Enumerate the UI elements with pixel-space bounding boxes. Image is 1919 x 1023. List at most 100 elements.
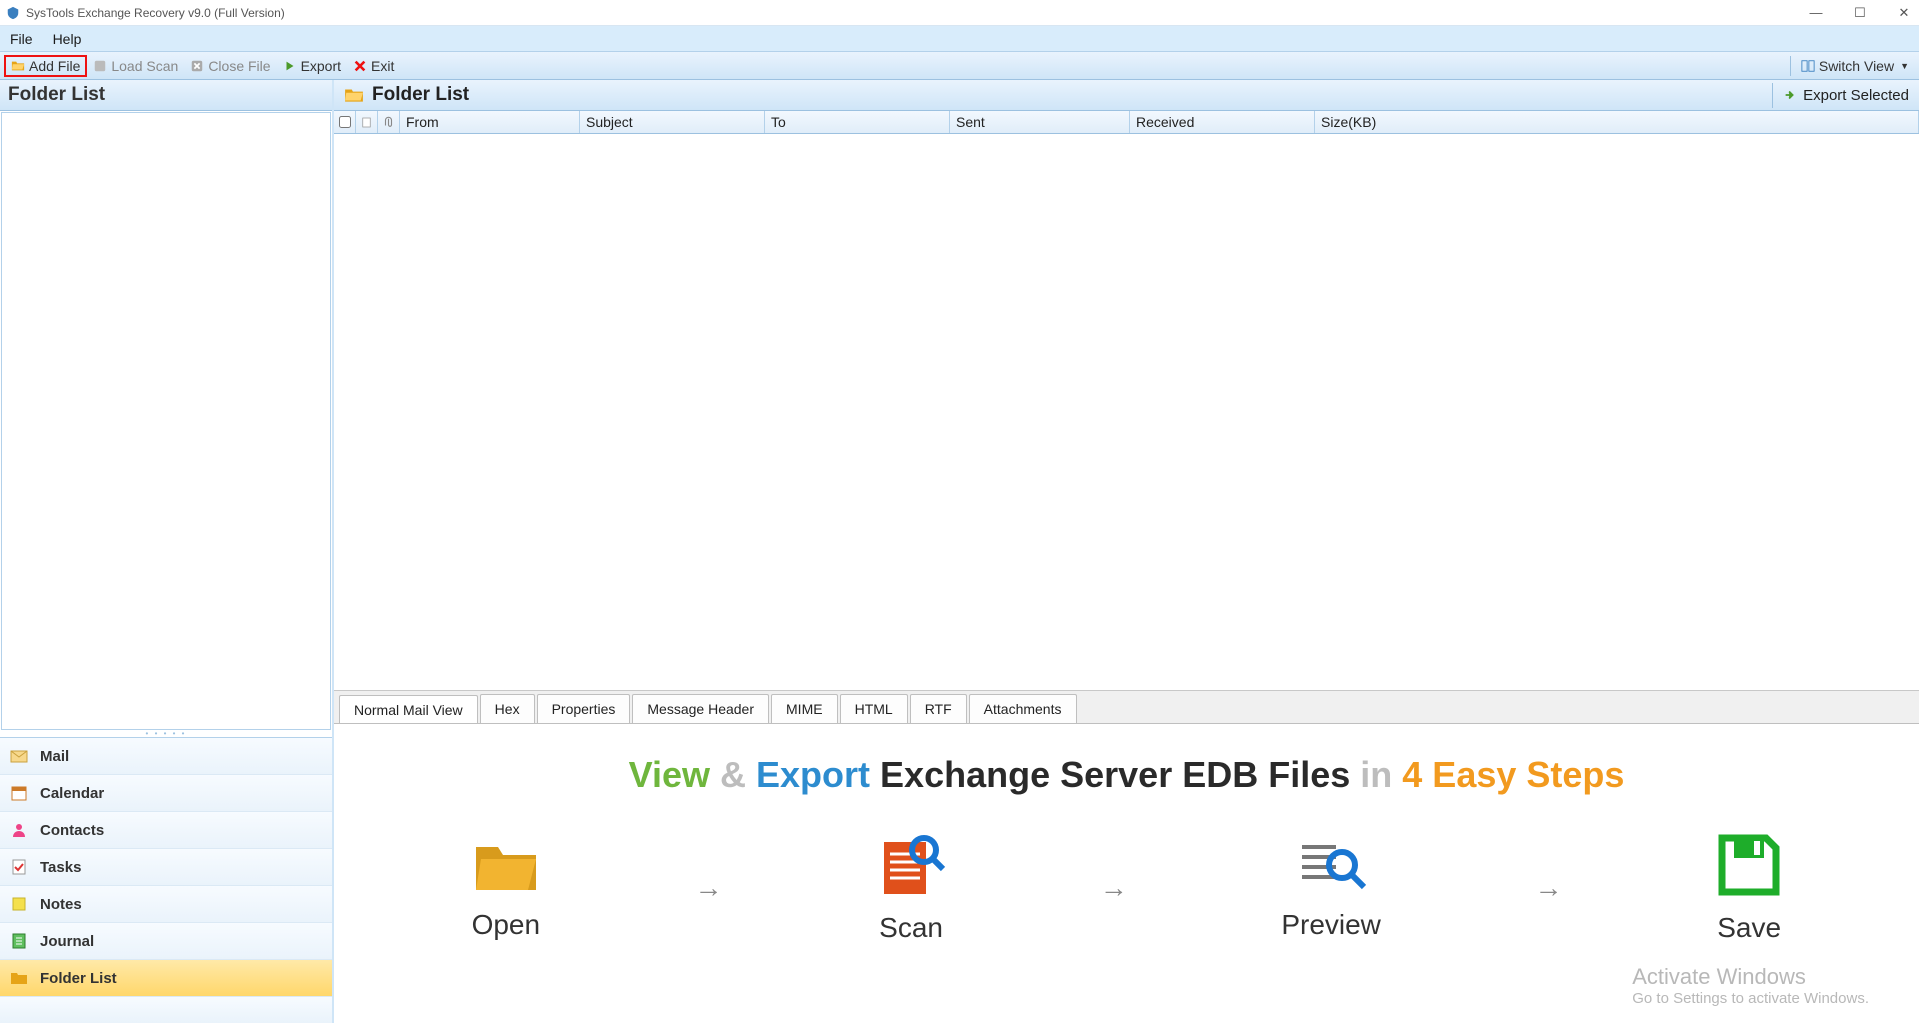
add-file-label: Add File [29,58,80,74]
folder-list-header: Folder List [0,80,332,111]
preview-icon [1296,835,1366,895]
menu-help[interactable]: Help [53,31,82,47]
preview-headline: View & Export Exchange Server EDB Files … [394,754,1859,796]
steps-row: Open → Scan → Preview → Save [394,832,1859,944]
export-icon [283,59,297,73]
select-all-checkbox[interactable] [339,116,351,128]
notes-icon [10,895,28,913]
step-save: Save [1716,832,1782,944]
tab-properties[interactable]: Properties [537,694,631,723]
nav-notes-label: Notes [40,896,82,913]
headline-export: Export [756,754,870,795]
nav-calendar[interactable]: Calendar [0,775,332,812]
col-size[interactable]: Size(KB) [1315,111,1919,133]
exit-icon [353,59,367,73]
headline-easy: 4 Easy Steps [1402,754,1624,795]
col-checkbox[interactable] [334,111,356,133]
chevron-down-icon: ▼ [1900,61,1909,71]
watermark-line2: Go to Settings to activate Windows. [1632,990,1869,1007]
scan-icon [876,832,946,898]
nav-journal[interactable]: Journal [0,923,332,960]
nav-mail[interactable]: Mail [0,738,332,775]
left-panel: Folder List • • • • • Mail Calendar Cont… [0,80,334,1023]
nav-notes[interactable]: Notes [0,886,332,923]
tab-rtf[interactable]: RTF [910,694,967,723]
tab-hex[interactable]: Hex [480,694,535,723]
nav-folder-list-label: Folder List [40,970,117,987]
calendar-icon [10,784,28,802]
right-panel: Folder List Export Selected From Subject… [334,80,1919,1023]
switch-view-button[interactable]: Switch View ▼ [1790,56,1915,76]
title-bar: SysTools Exchange Recovery v9.0 (Full Ve… [0,0,1919,26]
windows-activation-watermark: Activate Windows Go to Settings to activ… [1632,964,1869,1007]
switch-view-icon [1801,59,1815,73]
nav-contacts-label: Contacts [40,822,104,839]
step-scan: Scan [876,832,946,944]
folder-open-icon [11,59,25,73]
col-from[interactable]: From [400,111,580,133]
message-grid[interactable] [334,134,1919,690]
step-save-label: Save [1717,912,1781,944]
add-file-button[interactable]: Add File [4,55,87,77]
preview-pane: View & Export Exchange Server EDB Files … [334,723,1919,1023]
preview-tabs-wrap: Normal Mail View Hex Properties Message … [334,690,1919,1023]
headline-view: View [629,754,710,795]
col-to[interactable]: To [765,111,950,133]
nav-folder-list[interactable]: Folder List [0,960,332,997]
content-title: Folder List [372,84,469,106]
tab-message-header[interactable]: Message Header [632,694,769,723]
headline-in: in [1360,754,1392,795]
nav-list: Mail Calendar Contacts Tasks Notes Journ… [0,737,332,1023]
nav-tasks-label: Tasks [40,859,81,876]
nav-tasks[interactable]: Tasks [0,849,332,886]
nav-contacts[interactable]: Contacts [0,812,332,849]
col-received[interactable]: Received [1130,111,1315,133]
tab-attachments[interactable]: Attachments [969,694,1077,723]
tab-mime[interactable]: MIME [771,694,838,723]
menu-file[interactable]: File [10,31,33,47]
close-file-icon [190,59,204,73]
step-scan-label: Scan [879,912,943,944]
arrow-icon: → [694,872,722,904]
load-scan-label: Load Scan [111,58,178,74]
export-button[interactable]: Export [277,56,347,76]
contacts-icon [10,821,28,839]
export-label: Export [301,58,341,74]
col-subject[interactable]: Subject [580,111,765,133]
col-sent[interactable]: Sent [950,111,1130,133]
step-open-label: Open [472,909,541,941]
open-folder-icon [471,835,541,895]
col-attachment-icon [378,111,400,133]
tab-normal-mail-view[interactable]: Normal Mail View [339,695,478,724]
close-file-label: Close File [208,58,270,74]
exit-label: Exit [371,58,394,74]
watermark-line1: Activate Windows [1632,964,1869,990]
nav-calendar-label: Calendar [40,785,104,802]
minimize-button[interactable]: — [1807,5,1825,21]
journal-icon [10,932,28,950]
close-window-button[interactable]: ✕ [1895,5,1913,21]
column-headers: From Subject To Sent Received Size(KB) [334,111,1919,134]
menu-bar: File Help [0,26,1919,52]
tab-html[interactable]: HTML [840,694,908,723]
arrow-icon: → [1100,872,1128,904]
headline-amp: & [720,754,746,795]
col-type-icon [356,111,378,133]
export-selected-icon [1783,88,1797,102]
nav-mail-label: Mail [40,748,69,765]
save-icon [1716,832,1782,898]
arrow-icon: → [1535,872,1563,904]
load-scan-button[interactable]: Load Scan [87,56,184,76]
exit-button[interactable]: Exit [347,56,400,76]
step-preview-label: Preview [1281,909,1381,941]
load-scan-icon [93,59,107,73]
maximize-button[interactable]: ☐ [1851,5,1869,21]
headline-mid: Exchange Server EDB Files [880,754,1350,795]
export-selected-label: Export Selected [1803,87,1909,104]
app-icon [6,6,20,20]
close-file-button[interactable]: Close File [184,56,276,76]
folder-tree[interactable] [1,112,331,730]
folder-icon [344,85,364,105]
export-selected-button[interactable]: Export Selected [1772,83,1919,108]
step-preview: Preview [1281,835,1381,941]
